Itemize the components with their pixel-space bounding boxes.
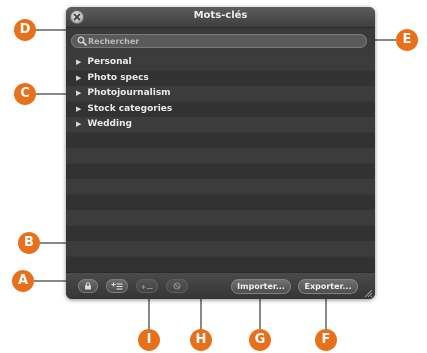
callout-f: F — [315, 329, 337, 351]
disclosure-triangle-icon[interactable]: ▶ — [76, 55, 81, 71]
keyword-row-photojournalism[interactable]: ▶ Photojournalism — [66, 86, 375, 102]
callout-b: B — [18, 232, 40, 254]
keyword-list: ▶ Personal ▶ Photo specs ▶ Photojournalism … — [66, 55, 375, 272]
add-child-keyword-button[interactable] — [136, 279, 158, 293]
resize-grip-icon[interactable] — [364, 289, 373, 298]
disclosure-triangle-icon[interactable]: ▶ — [76, 102, 81, 118]
add-keyword-icon — [111, 282, 123, 290]
keyword-label: Photojournalism — [87, 88, 171, 98]
callout-i: I — [138, 329, 160, 351]
search-input[interactable] — [88, 35, 358, 47]
callout-g: G — [249, 329, 271, 351]
disclosure-triangle-icon[interactable]: ▶ — [76, 71, 81, 87]
disclosure-triangle-icon[interactable]: ▶ — [76, 117, 81, 133]
lock-button[interactable] — [78, 279, 98, 293]
keyword-row-stock-categories[interactable]: ▶ Stock categories — [66, 102, 375, 118]
callout-d: D — [14, 19, 36, 41]
callout-e: E — [396, 29, 418, 51]
bottom-toolbar: Importer... Exporter... — [66, 272, 375, 299]
keywords-panel: Mots-clés ▶ Personal ▶ Photo specs ▶ Photoj… — [66, 7, 375, 299]
keyword-label: Photo specs — [87, 72, 149, 83]
remove-keyword-button[interactable] — [166, 279, 188, 293]
add-keyword-button[interactable] — [106, 279, 128, 293]
keyword-row-personal[interactable]: ▶ Personal — [66, 55, 375, 71]
callout-h: H — [190, 329, 212, 351]
disclosure-triangle-icon[interactable]: ▶ — [76, 86, 81, 102]
keyword-label: Personal — [87, 57, 132, 67]
keyword-label: Stock categories — [87, 103, 173, 114]
import-button[interactable]: Importer... — [231, 279, 291, 294]
keyword-row-photo-specs[interactable]: ▶ Photo specs — [66, 71, 375, 87]
keyword-label: Wedding — [87, 119, 132, 129]
magnifier-icon — [77, 36, 87, 46]
add-child-keyword-icon — [141, 285, 153, 289]
lock-icon — [85, 282, 91, 290]
title-bar[interactable]: Mots-clés — [66, 7, 375, 28]
callout-c: C — [14, 83, 36, 105]
search-field[interactable] — [71, 34, 367, 48]
callout-a: A — [12, 270, 34, 292]
window-title: Mots-clés — [193, 10, 248, 21]
keyword-row-wedding[interactable]: ▶ Wedding — [66, 117, 375, 133]
export-button[interactable]: Exporter... — [298, 279, 358, 294]
remove-icon — [173, 282, 181, 290]
